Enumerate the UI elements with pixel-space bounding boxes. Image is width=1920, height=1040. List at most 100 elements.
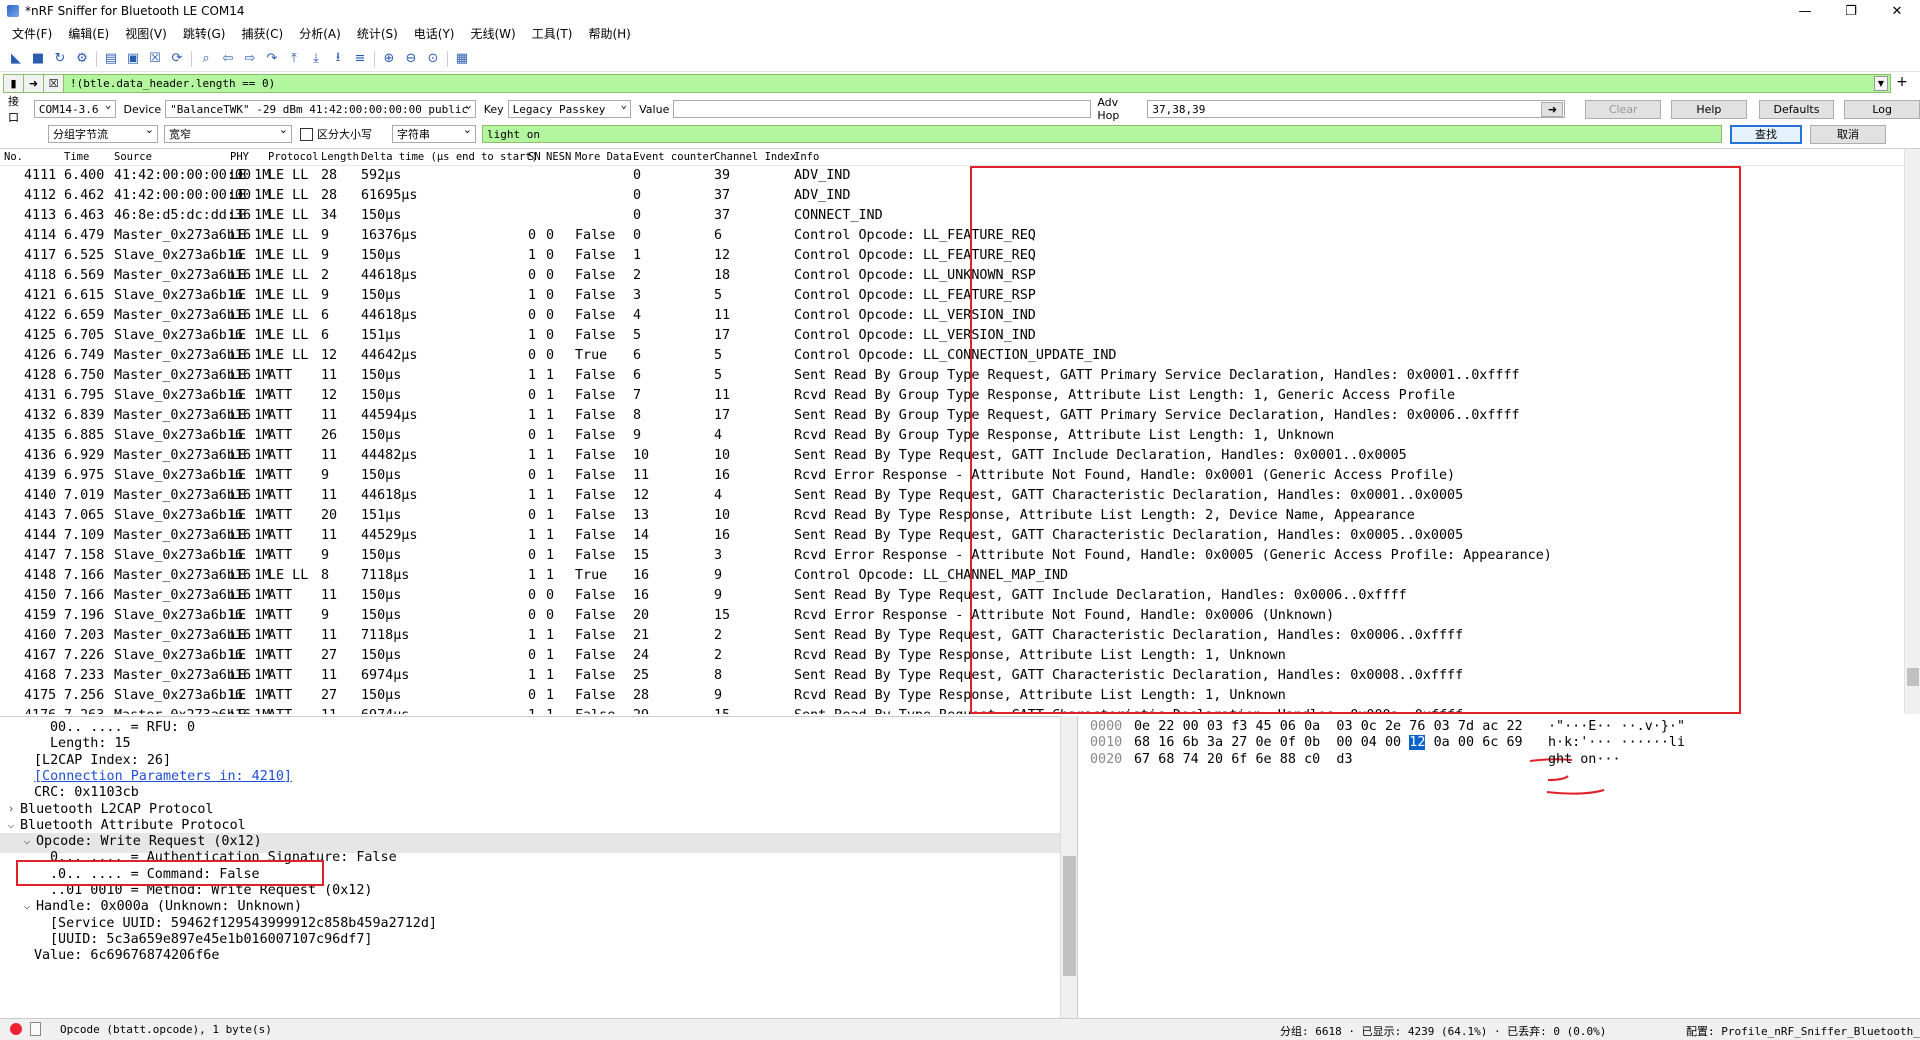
menu-item-1[interactable]: 编辑(E) [60,25,117,42]
hex-byte[interactable]: 6e [1256,752,1272,767]
collapse-icon[interactable]: ⌵ [22,899,32,912]
cancel-find-button[interactable]: 取消 [1810,124,1886,144]
hex-byte[interactable]: 74 [1183,752,1199,767]
clear-button[interactable]: Clear [1585,99,1662,119]
hex-byte[interactable]: 12 [1409,735,1426,751]
hex-byte[interactable]: 68 [1134,735,1150,750]
column-header[interactable]: No. [4,151,23,163]
display-filter-bar[interactable]: ▮ ➜ ☒ !(btle.data_header.length == 0) ▼ [3,74,1891,93]
hex-byte[interactable]: ac [1482,719,1498,734]
hex-byte[interactable]: 68 [1158,752,1174,767]
expert-info-icon[interactable] [30,1022,41,1036]
packet-bytes-pane[interactable]: 0000 0e 22 00 03 f3 45 06 0a 03 0c 2e 76 03 7d ac 22 ·"··… [1084,716,1920,1018]
interface-select[interactable]: COM14-3.6 [33,98,116,118]
options-gear-icon[interactable]: ⚙ [71,48,93,70]
menu-item-4[interactable]: 捕获(C) [233,25,291,42]
back-icon[interactable]: ⇦ [217,48,239,70]
menu-item-6[interactable]: 统计(S) [349,25,406,42]
capture-status-icon[interactable] [10,1023,22,1035]
column-header[interactable]: Channel Index [714,151,796,163]
hex-byte[interactable]: 0a [1434,735,1450,750]
last-packet-icon[interactable]: ⤓ [305,48,327,70]
ascii-text[interactable]: ght on··· [1548,752,1621,767]
find-button[interactable]: 查找 [1730,124,1802,144]
details-scrollbar-thumb[interactable] [1063,856,1076,976]
hex-byte[interactable]: 27 [1231,735,1247,750]
hex-byte[interactable]: 45 [1256,719,1272,734]
defaults-button[interactable]: Defaults [1758,99,1835,119]
menu-item-9[interactable]: 工具(T) [524,25,581,42]
hex-byte[interactable]: 6b [1183,735,1199,750]
close-file-icon[interactable]: ☒ [144,48,166,70]
hex-byte[interactable]: 22 [1158,719,1174,734]
case-sensitive-checkbox[interactable] [300,127,313,141]
scrollbar-thumb[interactable] [1907,668,1919,686]
column-header[interactable]: Protocol [268,151,319,163]
hex-byte[interactable]: 03 [1336,719,1352,734]
close-button[interactable]: ✕ [1874,0,1920,22]
hex-byte[interactable]: 00 [1458,735,1474,750]
find-icon[interactable]: ⌕ [195,48,217,70]
menu-item-8[interactable]: 无线(W) [463,25,524,42]
column-header[interactable]: Time [64,151,89,163]
search-in-select[interactable]: 分组字节流 [48,123,158,143]
resize-columns-icon[interactable]: ▦ [451,48,473,70]
column-header[interactable]: SN [528,151,541,163]
column-header[interactable]: Length [321,151,359,163]
first-packet-icon[interactable]: ⤒ [283,48,305,70]
hex-byte[interactable]: 04 [1361,735,1377,750]
menu-item-5[interactable]: 分析(A) [291,25,349,42]
autoscroll-icon[interactable]: ⭳ [327,48,349,70]
hex-byte[interactable]: 22 [1507,719,1523,734]
ascii-text[interactable]: h·k:'··· ······li [1548,735,1685,750]
hex-byte[interactable]: 6f [1231,752,1247,767]
apply-arrow-icon[interactable]: ➜ [24,75,44,92]
restart-icon[interactable]: ↻ [49,48,71,70]
device-select[interactable]: "BalanceTWK" -29 dBm 41:42:00:00:00:00 p… [165,98,476,118]
column-header[interactable]: Delta time (µs end to start) [361,151,538,163]
hex-byte[interactable]: 0e [1256,735,1272,750]
help-button[interactable]: Help [1671,99,1747,119]
ascii-text[interactable]: ·"···E·· ··.v·}·" [1548,719,1685,734]
hex-byte[interactable]: 69 [1507,735,1523,750]
menu-item-0[interactable]: 文件(F) [4,25,60,42]
hex-byte[interactable]: 76 [1409,719,1425,734]
hex-byte[interactable]: 00 [1336,735,1352,750]
packet-list-scrollbar[interactable] [1904,149,1920,714]
display-filter-input[interactable]: !(btle.data_header.length == 0) [64,77,275,90]
menu-item-2[interactable]: 视图(V) [117,25,175,42]
add-filter-button[interactable]: + [1894,74,1910,92]
details-scrollbar[interactable] [1060,716,1077,1018]
save-icon[interactable]: ▣ [122,48,144,70]
hex-byte[interactable]: 3a [1207,735,1223,750]
hex-byte[interactable]: 03 [1207,719,1223,734]
zoom-in-icon[interactable]: ⊕ [378,48,400,70]
go-to-packet-icon[interactable]: ↷ [261,48,283,70]
maximize-button[interactable]: ❐ [1828,0,1874,22]
menu-item-7[interactable]: 电话(Y) [406,25,463,42]
shark-fin-start-icon[interactable]: ◣ [5,48,27,70]
hex-byte[interactable]: 03 [1434,719,1450,734]
menu-item-10[interactable]: 帮助(H) [580,25,638,42]
colorize-icon[interactable]: ≡ [349,48,371,70]
expand-icon[interactable]: › [6,802,16,815]
char-width-select[interactable]: 宽窄 [164,123,292,143]
open-folder-icon[interactable]: ▤ [100,48,122,70]
hex-byte[interactable]: 67 [1134,752,1150,767]
hex-byte[interactable]: 7d [1458,719,1474,734]
column-header[interactable]: Event counter [633,151,715,163]
search-type-select[interactable]: 字符串 [392,123,476,143]
value-input[interactable] [673,100,1092,118]
profile-text[interactable]: 配置: Profile_nRF_Sniffer_Bluetooth_LE [1686,1023,1920,1039]
collapse-icon[interactable]: ⌵ [22,834,32,847]
hex-byte[interactable]: 0e [1134,719,1150,734]
reload-icon[interactable]: ⟳ [166,48,188,70]
forward-icon[interactable]: ⇨ [239,48,261,70]
hex-byte[interactable]: 88 [1280,752,1296,767]
find-input[interactable]: light on [482,125,1722,143]
hex-byte[interactable]: c0 [1304,752,1320,767]
column-header[interactable]: Info [794,151,819,163]
hex-byte[interactable]: 0a [1304,719,1320,734]
column-header[interactable]: PHY [230,151,249,163]
stop-icon[interactable]: ■ [27,48,49,70]
